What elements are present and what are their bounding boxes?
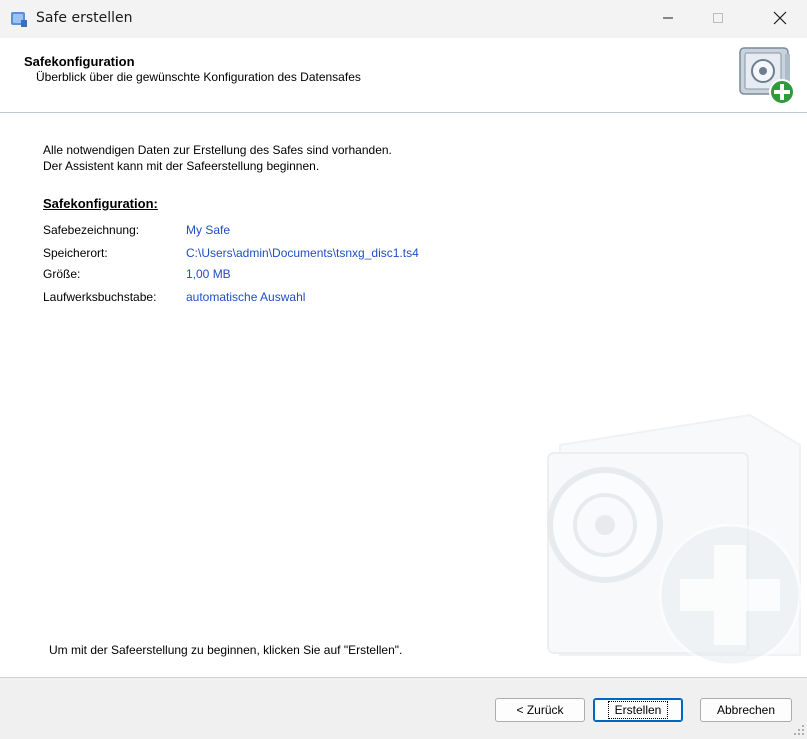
section-title: Safekonfiguration: — [43, 196, 158, 211]
row-label-safename: Safebezeichnung: — [43, 223, 140, 237]
resize-grip-icon[interactable] — [793, 724, 805, 736]
intro-line-1: Alle notwendigen Daten zur Erstellung de… — [43, 143, 392, 157]
intro-line-2: Der Assistent kann mit der Safeerstellun… — [43, 159, 320, 173]
minimize-button[interactable] — [645, 0, 691, 38]
row-label-location: Speicherort: — [43, 246, 108, 260]
header-title: Safekonfiguration — [24, 54, 135, 69]
row-value-size: 1,00 MB — [186, 267, 231, 281]
safe-watermark-icon — [520, 405, 807, 675]
row-value-location: C:\Users\admin\Documents\tsnxg_disc1.ts4 — [186, 246, 419, 260]
minimize-icon — [662, 12, 674, 27]
row-label-size: Größe: — [43, 267, 81, 281]
row-label-drive: Laufwerksbuchstabe: — [43, 290, 157, 304]
maximize-button[interactable] — [695, 0, 741, 38]
cancel-button[interactable]: Abbrechen — [700, 698, 792, 722]
close-button[interactable] — [757, 0, 803, 38]
safe-add-icon — [736, 44, 798, 106]
hint-text: Um mit der Safeerstellung zu beginnen, k… — [49, 643, 403, 657]
row-value-drive: automatische Auswahl — [186, 290, 306, 304]
close-icon — [773, 11, 787, 28]
create-button[interactable]: Erstellen — [593, 698, 683, 722]
maximize-icon — [712, 12, 724, 27]
row-value-safename: My Safe — [186, 223, 231, 237]
wizard-footer — [0, 677, 807, 739]
window-title: Safe erstellen — [36, 10, 133, 26]
create-button-label: Erstellen — [607, 701, 669, 719]
back-button[interactable]: < Zurück — [495, 698, 585, 722]
app-safe-icon — [10, 10, 28, 28]
title-bar: Safe erstellen — [0, 0, 807, 38]
header-subtitle: Überblick über die gewünschte Konfigurat… — [36, 70, 361, 84]
